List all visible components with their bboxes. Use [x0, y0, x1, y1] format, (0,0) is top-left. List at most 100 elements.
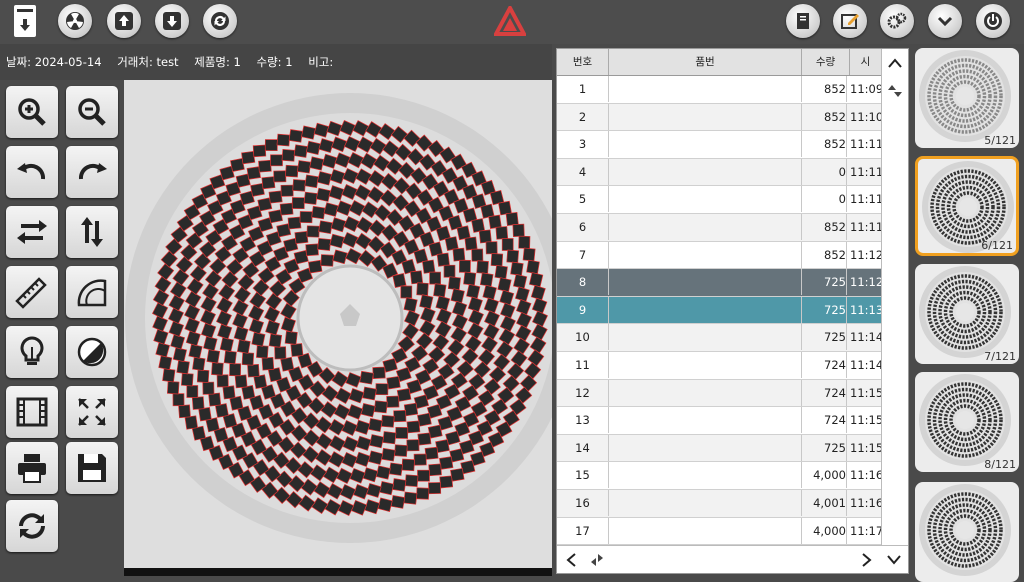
table-row[interactable]: 1 852 11:09: [557, 76, 881, 104]
table-row[interactable]: 3 852 11:11: [557, 131, 881, 159]
cell-number: 15: [557, 462, 609, 489]
cell-time: 11:11: [850, 164, 881, 179]
scroll-top-button[interactable]: [883, 79, 907, 103]
rotate-right-icon: [78, 163, 107, 180]
cell-part: [609, 434, 802, 461]
refresh-icon: [211, 12, 229, 30]
table-row[interactable]: 15 4,000 11:16: [557, 462, 881, 490]
settings-button[interactable]: [880, 4, 914, 38]
scroll-up-button[interactable]: [883, 51, 907, 75]
ruler-button[interactable]: [6, 266, 58, 318]
zoom-out-button[interactable]: [66, 86, 118, 138]
table-row[interactable]: 4 0 11:11: [557, 158, 881, 187]
table-row[interactable]: 10 725 11:14: [557, 324, 881, 352]
scroll-down-button[interactable]: [882, 548, 906, 572]
swap-horizontal-button[interactable]: [6, 206, 58, 258]
zoom-in-icon: [18, 98, 46, 126]
save-button[interactable]: [66, 442, 118, 494]
reload-button[interactable]: [6, 500, 58, 552]
light-button[interactable]: [6, 326, 58, 378]
radiation-icon: [66, 12, 84, 30]
horizontal-scrollbar[interactable]: [557, 545, 908, 573]
table-row[interactable]: 7 852 11:12: [557, 241, 881, 270]
cell-time: 11:17: [850, 523, 881, 538]
rotate-left-icon: [17, 163, 46, 180]
cell-quantity: 725: [802, 324, 847, 351]
scroll-start-button[interactable]: [585, 548, 609, 572]
thumbnail-item[interactable]: 5/121: [915, 48, 1019, 148]
header-number[interactable]: 번호: [557, 49, 609, 75]
cell-part: [609, 158, 802, 185]
table-row[interactable]: 13 724 11:15: [557, 407, 881, 435]
app-icon[interactable]: [10, 3, 40, 41]
film-icon: [16, 397, 48, 427]
cell-time: 11:12: [850, 247, 881, 262]
scroll-right-button[interactable]: [855, 548, 879, 572]
thumbnail-label: 6/121: [981, 239, 1013, 252]
thumbnail-item[interactable]: [915, 482, 1019, 582]
protractor-button[interactable]: [66, 266, 118, 318]
cell-number: 12: [557, 379, 609, 406]
swap-vertical-icon: [81, 217, 103, 247]
table-row[interactable]: 16 4,001 11:16: [557, 489, 881, 518]
image-viewer[interactable]: [124, 80, 575, 576]
fullscreen-button[interactable]: [66, 386, 118, 438]
client-label: 거래처:: [117, 55, 153, 69]
cell-time: 11:16: [850, 468, 881, 483]
contrast-button[interactable]: [66, 326, 118, 378]
download-icon: [163, 12, 181, 30]
table-header: 번호 품번 수량 시: [557, 49, 881, 76]
cell-part: [609, 241, 802, 268]
table-row[interactable]: 17 4,000 11:17: [557, 517, 881, 546]
cell-quantity: 725: [802, 269, 847, 296]
rotate-right-button[interactable]: [66, 146, 118, 198]
table-row[interactable]: 5 0 11:11: [557, 186, 881, 214]
thumbnail-item[interactable]: 6/121: [915, 156, 1019, 256]
thumbnail-item[interactable]: 7/121: [915, 264, 1019, 364]
table-row[interactable]: 12 724 11:15: [557, 379, 881, 408]
cell-number: 6: [557, 213, 609, 240]
thumbnail-image: [919, 484, 1011, 576]
radiation-button[interactable]: [58, 4, 92, 38]
table-row[interactable]: 6 852 11:11: [557, 213, 881, 242]
scroll-left-button[interactable]: [559, 548, 583, 572]
cell-part: [609, 296, 802, 323]
table-row[interactable]: 2 852 11:10: [557, 103, 881, 132]
power-icon: [984, 12, 1002, 30]
swap-vertical-button[interactable]: [66, 206, 118, 258]
print-button[interactable]: [6, 442, 58, 494]
dropdown-button[interactable]: [928, 4, 962, 38]
rotate-left-button[interactable]: [6, 146, 58, 198]
cell-part: [609, 269, 802, 296]
book-button[interactable]: [786, 4, 820, 38]
cell-quantity: 724: [802, 407, 847, 434]
header-part[interactable]: 품번: [609, 49, 802, 75]
film-button[interactable]: [6, 386, 58, 438]
table-row[interactable]: 8 725 11:12: [557, 269, 881, 297]
product-value: 1: [233, 55, 241, 69]
power-button[interactable]: [976, 4, 1010, 38]
cell-number: 11: [557, 351, 609, 378]
logo-icon: [492, 3, 528, 38]
vertical-scrollbar[interactable]: [881, 49, 908, 545]
table-row[interactable]: 9 725 11:13: [557, 296, 881, 325]
viewer-bottom-bar: [124, 568, 552, 576]
download-button[interactable]: [155, 4, 189, 38]
table-row[interactable]: 14 725 11:15: [557, 434, 881, 463]
thumbnail-item[interactable]: 8/121: [915, 372, 1019, 472]
header-time[interactable]: 시: [850, 49, 881, 75]
cell-number: 16: [557, 489, 609, 516]
cell-quantity: 4,000: [802, 517, 847, 544]
cell-time: 11:14: [850, 330, 881, 345]
header-quantity[interactable]: 수량: [802, 49, 850, 75]
edit-button[interactable]: [833, 4, 867, 38]
upload-button[interactable]: [107, 4, 141, 38]
book-icon: [797, 13, 809, 29]
cell-part: [609, 324, 802, 351]
zoom-in-button[interactable]: [6, 86, 58, 138]
refresh-button[interactable]: [203, 4, 237, 38]
cell-quantity: 725: [802, 296, 847, 323]
cell-quantity: 724: [802, 379, 847, 406]
swap-horizontal-icon: [17, 220, 47, 244]
table-row[interactable]: 11 724 11:14: [557, 351, 881, 380]
